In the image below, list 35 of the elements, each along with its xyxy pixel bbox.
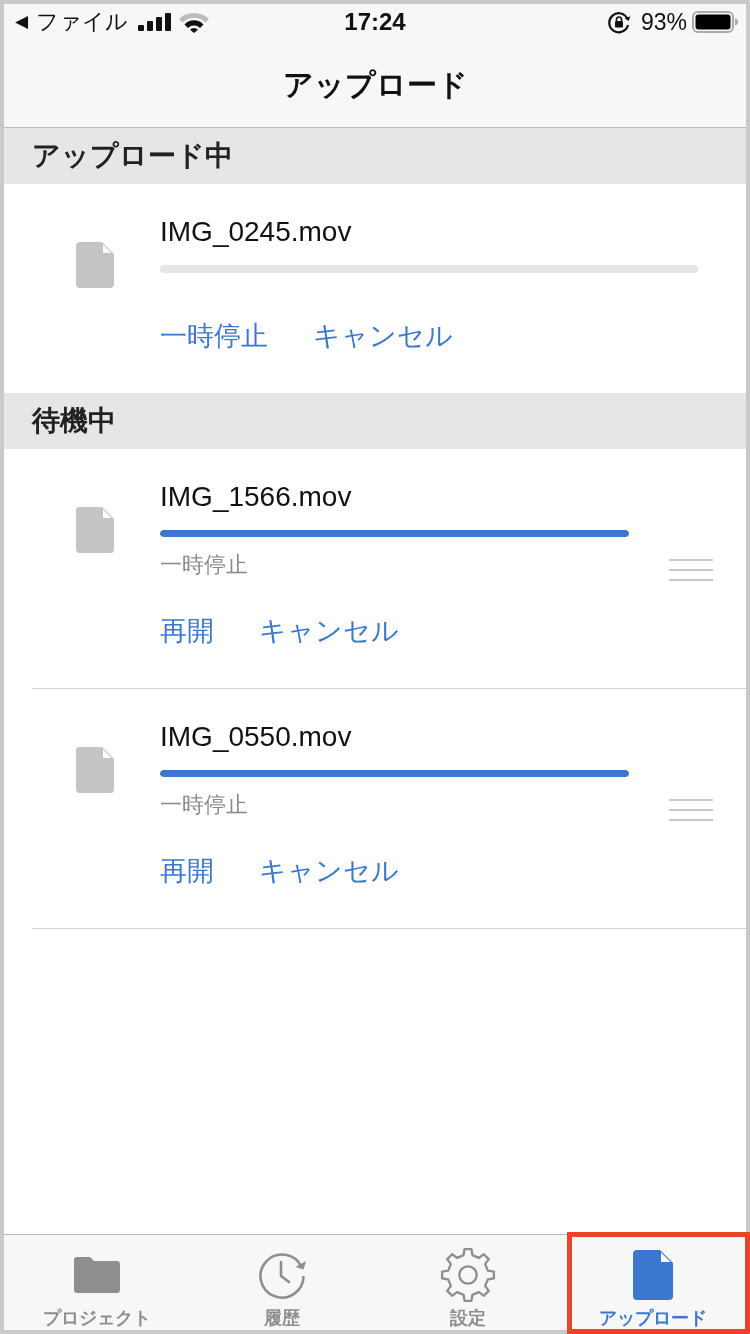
drag-handle-icon[interactable] — [669, 559, 713, 581]
tab[interactable]: 履歴 — [189, 1235, 375, 1330]
document-icon — [633, 1250, 674, 1300]
cancel-button[interactable]: キャンセル — [313, 316, 453, 356]
cancel-button[interactable]: キャンセル — [259, 611, 399, 651]
back-label[interactable]: ファイル — [36, 9, 129, 35]
section-header: アップロード中 — [4, 128, 746, 184]
tab[interactable]: 設定 — [375, 1235, 561, 1330]
pause-button[interactable]: 一時停止 — [160, 316, 268, 356]
resume-button[interactable]: 再開 — [160, 851, 214, 891]
rotation-lock-icon — [606, 10, 631, 34]
battery-percent: 93% — [640, 8, 687, 36]
drag-handle-icon[interactable] — [669, 799, 713, 821]
file-icon — [76, 242, 114, 288]
settings-icon — [438, 1246, 497, 1304]
file-icon — [76, 747, 114, 793]
file-icon — [76, 507, 114, 553]
status-text: 一時停止 — [160, 791, 249, 819]
status-text: 一時停止 — [160, 551, 249, 579]
battery-icon — [692, 11, 738, 33]
tab[interactable]: プロジェクト — [4, 1235, 190, 1330]
resume-button[interactable]: 再開 — [160, 611, 214, 651]
section-header: 待機中 — [4, 393, 746, 449]
back-arrow[interactable]: ◀ — [15, 12, 29, 32]
folder-icon — [73, 1257, 120, 1293]
signal-icon — [138, 13, 172, 31]
file-name: IMG_0550.mov — [160, 720, 353, 754]
clock-time: 17:24 — [344, 8, 406, 36]
wifi-icon — [179, 11, 210, 33]
cancel-button[interactable]: キャンセル — [259, 851, 399, 891]
history-icon — [257, 1250, 308, 1300]
file-name: IMG_1566.mov — [160, 480, 353, 514]
tab[interactable]: アップロード — [560, 1235, 746, 1330]
file-name: IMG_0245.mov — [160, 215, 353, 249]
screen-title: アップロード — [282, 66, 468, 103]
